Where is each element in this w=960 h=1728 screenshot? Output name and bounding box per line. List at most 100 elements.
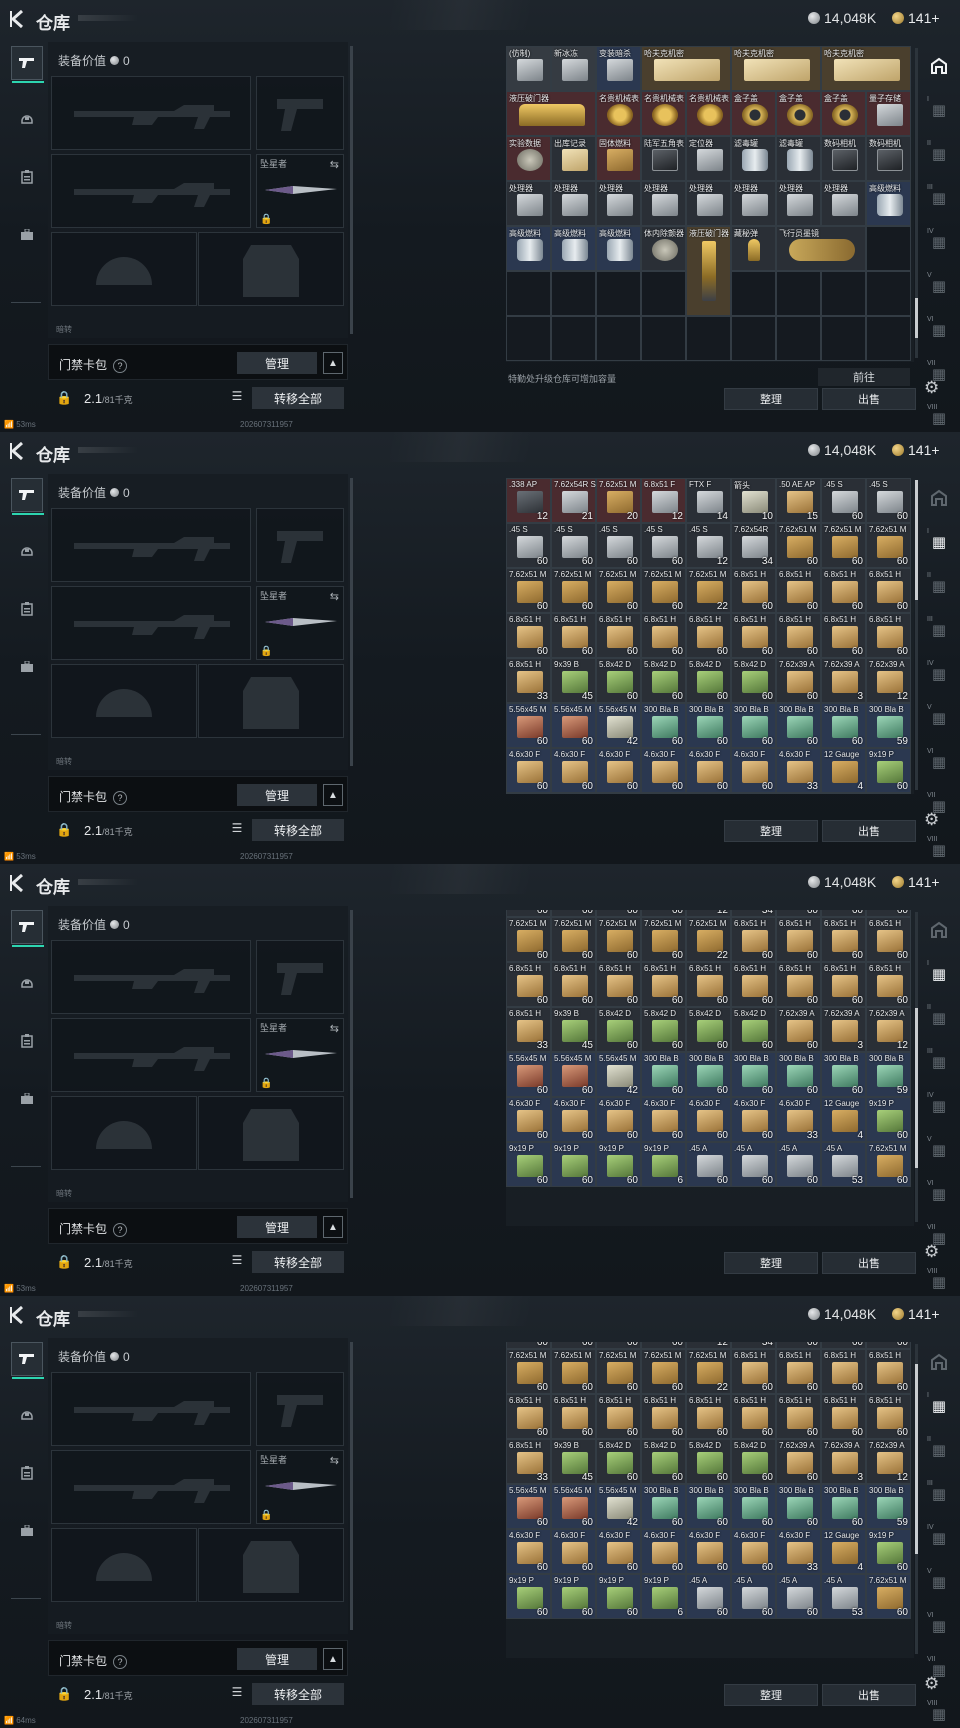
ammo-item[interactable]: .45 A60: [776, 793, 821, 794]
ammo-item[interactable]: .45 A60: [731, 1142, 776, 1187]
stash-item[interactable]: 数码相机: [866, 136, 911, 181]
stash-item[interactable]: 藏秘弹: [731, 226, 776, 271]
ammo-item[interactable]: 7.62x51 M 22: [686, 917, 731, 962]
pistol-slot[interactable]: [256, 1372, 344, 1446]
stash-item[interactable]: 实验数据: [506, 136, 551, 181]
ammo-item[interactable]: 300 Bla B 60: [686, 1052, 731, 1097]
stash-page-tab[interactable]: V ▦: [922, 266, 956, 306]
ammo-item[interactable]: 34: [731, 1342, 776, 1349]
stash-scrollbar[interactable]: [915, 480, 918, 790]
ammo-item[interactable]: 300 Bla B 60: [731, 1484, 776, 1529]
stash-page-tab[interactable]: VIII ▦: [922, 398, 956, 432]
back-arrow-icon[interactable]: [8, 1304, 28, 1326]
empty-slot[interactable]: [866, 226, 911, 271]
ammo-item[interactable]: 6.8x51 H 33: [506, 1439, 551, 1484]
stash-scrollbar[interactable]: [915, 912, 918, 1222]
ammo-item[interactable]: 7.62x51 M 22: [686, 1349, 731, 1394]
ammo-item[interactable]: 4.6x30 F 60: [686, 1529, 731, 1574]
stash-page-tab[interactable]: VIII ▦: [922, 830, 956, 864]
help-icon[interactable]: ?: [113, 1655, 128, 1669]
ammo-item[interactable]: 7.62x51 M 60: [551, 917, 596, 962]
armor-slot[interactable]: [198, 1528, 344, 1602]
gear-icon[interactable]: ⚙: [924, 1674, 946, 1696]
silver-currency[interactable]: 14,048K: [808, 442, 876, 458]
swap-icon[interactable]: ⇆: [330, 590, 339, 603]
stash-item[interactable]: 哈夫克机密: [731, 46, 821, 91]
ammo-item[interactable]: 7.62x51 M 60: [866, 523, 911, 568]
ammo-item[interactable]: 5.8x42 D 60: [686, 1439, 731, 1484]
empty-slot[interactable]: [731, 316, 776, 361]
stash-page-tab[interactable]: IV ▦: [922, 222, 956, 262]
stash-item[interactable]: 名贵机械表: [686, 91, 731, 136]
ammo-item[interactable]: 7.62x39 A 12: [866, 658, 911, 703]
tab-briefcase-icon[interactable]: [11, 1082, 43, 1116]
ammo-item[interactable]: 6.8x51 H 60: [596, 1394, 641, 1439]
equipment-scrollbar[interactable]: [350, 46, 353, 334]
ammo-item[interactable]: 4.6x30 F 60: [641, 1097, 686, 1142]
ammo-item[interactable]: 60: [506, 910, 551, 917]
manage-button[interactable]: 管理: [237, 1648, 317, 1670]
stash-item[interactable]: 高级燃料: [596, 226, 641, 271]
stash-page-tab[interactable]: III ▦: [922, 1474, 956, 1514]
empty-slot[interactable]: [731, 271, 776, 316]
ammo-item[interactable]: 5.8x42 D 60: [596, 1007, 641, 1052]
ammo-item[interactable]: 4.6x30 F 60: [551, 1529, 596, 1574]
ammo-item[interactable]: 6.8x51 H 60: [866, 917, 911, 962]
silver-currency[interactable]: 14,048K: [808, 1306, 876, 1322]
swap-icon[interactable]: ⇆: [330, 158, 339, 171]
ammo-item[interactable]: 300 Bla B 60: [776, 1484, 821, 1529]
ammo-item[interactable]: 6.8x51 H 60: [551, 613, 596, 658]
ammo-item[interactable]: 6.8x51 H 60: [821, 1349, 866, 1394]
ammo-item[interactable]: 6.8x51 H 60: [866, 1394, 911, 1439]
secondary-weapon-slot[interactable]: [51, 1450, 251, 1524]
ammo-item[interactable]: 9x39 B 45: [551, 658, 596, 703]
tab-briefcase-icon[interactable]: [11, 1514, 43, 1548]
transfer-all-button[interactable]: 转移全部: [252, 1251, 344, 1273]
ammo-item[interactable]: 5.8x42 D 60: [641, 658, 686, 703]
storage-icon[interactable]: [922, 46, 956, 86]
empty-slot[interactable]: [776, 271, 821, 316]
ammo-item[interactable]: 34: [731, 910, 776, 917]
helmet-slot[interactable]: [51, 664, 197, 738]
ammo-item[interactable]: 60: [551, 1342, 596, 1349]
stash-item[interactable]: 数码相机: [821, 136, 866, 181]
ammo-item[interactable]: 4.6x30 F 60: [731, 1097, 776, 1142]
ammo-item[interactable]: 6.8x51 H 60: [641, 962, 686, 1007]
empty-slot[interactable]: [551, 316, 596, 361]
ammo-item[interactable]: 4.6x30 F 60: [686, 1097, 731, 1142]
stash-page-tab[interactable]: I ▦: [922, 90, 956, 130]
ammo-item[interactable]: 7.62x54R S 21: [551, 478, 596, 523]
stash-item[interactable]: 液压破门器: [686, 226, 731, 316]
ammo-item[interactable]: 7.62x51 M 60: [866, 1574, 911, 1619]
empty-slot[interactable]: [866, 271, 911, 316]
stash-page-tab[interactable]: III ▦: [922, 1042, 956, 1082]
silver-currency[interactable]: 14,048K: [808, 874, 876, 890]
sell-button[interactable]: 出售: [822, 388, 916, 410]
stash-page-tab[interactable]: I ▦: [922, 1386, 956, 1426]
ammo-item[interactable]: 60: [866, 910, 911, 917]
ammo-item[interactable]: 60: [821, 910, 866, 917]
stash-page-tab[interactable]: VI ▦: [922, 1606, 956, 1646]
empty-slot[interactable]: [641, 316, 686, 361]
empty-slot[interactable]: [686, 316, 731, 361]
ammo-item[interactable]: 7.62x51 M 60: [506, 917, 551, 962]
ammo-item[interactable]: 6.8x51 H 60: [821, 917, 866, 962]
ammo-item[interactable]: 7.62x39 A 3: [821, 1439, 866, 1484]
ammo-item[interactable]: 9x19 P60: [551, 793, 596, 794]
ammo-item[interactable]: 6.8x51 H 60: [776, 1394, 821, 1439]
ammo-item[interactable]: 60: [596, 910, 641, 917]
stash-page-tab[interactable]: II ▦: [922, 134, 956, 174]
stash-item[interactable]: 高级燃料: [866, 181, 911, 226]
ammo-item[interactable]: 6.8x51 H 60: [686, 962, 731, 1007]
stash-scrollbar[interactable]: [915, 48, 918, 358]
ammo-item[interactable]: 6.8x51 H 60: [641, 613, 686, 658]
transfer-all-button[interactable]: 转移全部: [252, 819, 344, 841]
swap-icon[interactable]: ⇆: [330, 1454, 339, 1467]
ammo-item[interactable]: 5.8x42 D 60: [686, 1007, 731, 1052]
ammo-item[interactable]: 9x19 P60: [866, 1097, 911, 1142]
ammo-item[interactable]: 60: [596, 1342, 641, 1349]
stash-scrollbar-thumb[interactable]: [915, 298, 918, 338]
tab-helmet-icon[interactable]: [11, 966, 43, 1000]
ammo-item[interactable]: 300 Bla B 60: [776, 1052, 821, 1097]
ammo-item[interactable]: 5.56x45 M 60: [551, 703, 596, 748]
